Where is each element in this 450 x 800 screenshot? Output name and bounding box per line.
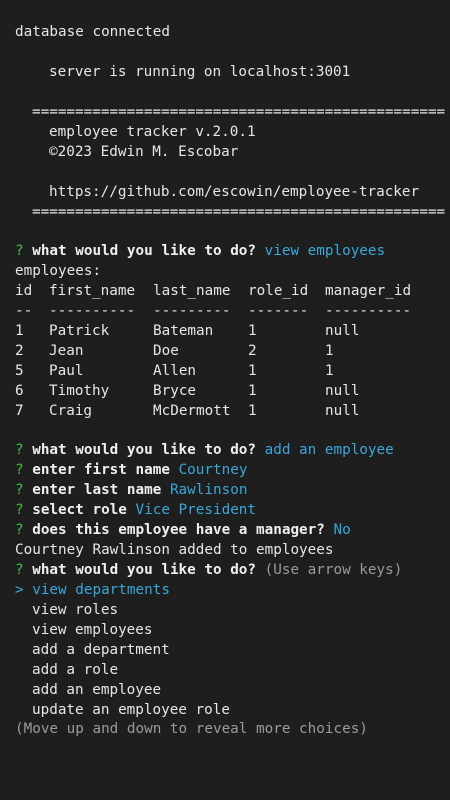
prompt-marker: ? — [15, 522, 24, 538]
prompt-answer: Courtney — [178, 462, 248, 478]
prompt-line: ? select role Vice President — [15, 500, 256, 520]
menu-item-view-departments[interactable]: > view departments — [15, 580, 170, 600]
col-id: 2 — [15, 343, 24, 359]
prompt-question: what would you like to do? — [32, 442, 257, 458]
col-role-id: 1 — [248, 383, 257, 399]
col-last-name: Doe — [153, 343, 179, 359]
banner-rule-top: ========================================… — [32, 104, 446, 120]
prompt-answer: No — [333, 522, 351, 538]
banner-url: https://github.com/escowin/employee-trac… — [49, 184, 420, 200]
banner-rule-bottom: ========================================… — [32, 204, 446, 220]
col-role-id: 2 — [248, 343, 257, 359]
menu-pointer: > — [15, 582, 24, 598]
col-first-name: Paul — [49, 363, 84, 379]
server-status: server is running on localhost:3001 — [49, 64, 351, 80]
terminal-window: database connected server is running on … — [0, 0, 450, 800]
col-last-name: --------- — [153, 303, 231, 319]
prompt-line: ? enter first name Courtney — [15, 460, 247, 480]
prompt-answer: add an employee — [264, 442, 394, 458]
col-last-name: Bateman — [153, 323, 214, 339]
col-id: 1 — [15, 323, 24, 339]
prompt-marker: ? — [15, 562, 24, 578]
col-role-id: 1 — [248, 323, 257, 339]
col-first-name: Craig — [49, 403, 93, 419]
prompt-answer: Vice President — [135, 502, 257, 518]
prompt-marker: ? — [15, 462, 24, 478]
col-first-name: first_name — [49, 283, 136, 299]
prompt-question: does this employee have a manager? — [32, 522, 325, 538]
menu-item-add-employee[interactable]: add an employee — [32, 680, 161, 700]
col-id: 7 — [15, 403, 24, 419]
col-manager-id: 1 — [325, 363, 334, 379]
col-manager-id: 1 — [325, 343, 334, 359]
menu-item-update-employee-role[interactable]: update an employee role — [32, 700, 230, 720]
col-role-id: role_id — [248, 283, 309, 299]
col-role-id: ------- — [248, 303, 309, 319]
prompt-line: ? what would you like to do? (Use arrow … — [15, 560, 402, 580]
prompt-question: enter last name — [32, 482, 162, 498]
result-message: Courtney Rawlinson added to employees — [15, 542, 334, 558]
db-status: database connected — [15, 24, 170, 40]
col-first-name: Patrick — [49, 323, 110, 339]
col-role-id: 1 — [248, 403, 257, 419]
prompt-question: select role — [32, 502, 127, 518]
menu-item-view-employees[interactable]: view employees — [32, 620, 153, 640]
col-last-name: last_name — [153, 283, 231, 299]
col-id: 5 — [15, 363, 24, 379]
prompt-hint: (Use arrow keys) — [264, 562, 403, 578]
prompt-line: ? enter last name Rawlinson — [15, 480, 247, 500]
col-first-name: Jean — [49, 343, 84, 359]
prompt-question: enter first name — [32, 462, 170, 478]
col-manager-id: null — [325, 403, 360, 419]
col-id: id — [15, 283, 33, 299]
banner-title: employee tracker v.2.0.1 — [49, 124, 256, 140]
col-id: 6 — [15, 383, 24, 399]
menu-footer-hint: (Move up and down to reveal more choices… — [15, 721, 368, 737]
col-manager-id: manager_id — [325, 283, 412, 299]
employees-heading: employees: — [15, 263, 102, 279]
col-manager-id: null — [325, 323, 360, 339]
prompt-marker: ? — [15, 442, 24, 458]
prompt-question: what would you like to do? — [32, 243, 257, 259]
col-manager-id: ---------- — [325, 303, 412, 319]
prompt-question: what would you like to do? — [32, 562, 257, 578]
prompt-marker: ? — [15, 243, 24, 259]
col-manager-id: null — [325, 383, 360, 399]
col-last-name: McDermott — [153, 403, 231, 419]
menu-item-label: view departments — [32, 582, 170, 598]
menu-item-view-roles[interactable]: view roles — [32, 600, 118, 620]
prompt-answer: view employees — [264, 243, 386, 259]
col-first-name: Timothy — [49, 383, 110, 399]
col-last-name: Bryce — [153, 383, 197, 399]
prompt-line: ? what would you like to do? view employ… — [15, 241, 385, 261]
banner-copyright: ©2023 Edwin M. Escobar — [49, 144, 239, 160]
col-last-name: Allen — [153, 363, 197, 379]
col-id: -- — [15, 303, 33, 319]
col-first-name: ---------- — [49, 303, 136, 319]
menu-item-add-department[interactable]: add a department — [32, 640, 170, 660]
col-role-id: 1 — [248, 363, 257, 379]
prompt-marker: ? — [15, 502, 24, 518]
prompt-answer: Rawlinson — [169, 482, 248, 498]
prompt-marker: ? — [15, 482, 24, 498]
menu-item-add-role[interactable]: add a role — [32, 660, 118, 680]
prompt-line: ? what would you like to do? add an empl… — [15, 440, 394, 460]
prompt-line: ? does this employee have a manager? No — [15, 520, 351, 540]
